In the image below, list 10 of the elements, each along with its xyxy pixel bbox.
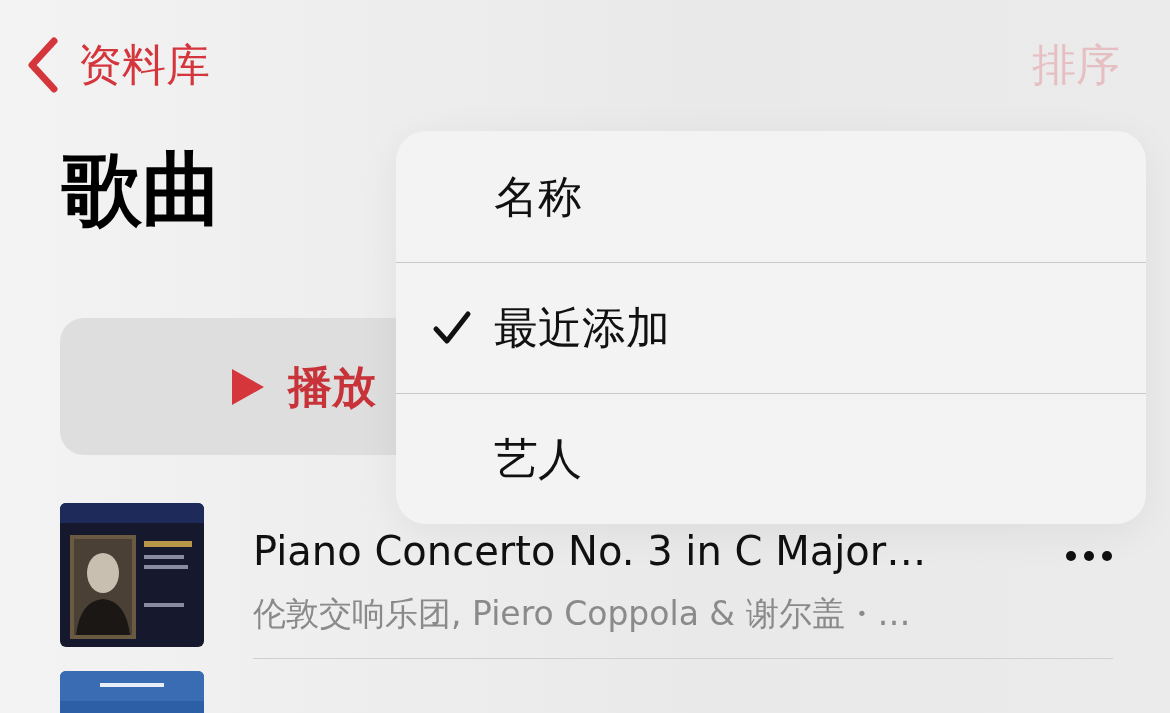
menu-item[interactable]: 名称 <box>396 131 1146 262</box>
more-icon <box>1065 549 1113 562</box>
chevron-left-icon <box>26 37 60 93</box>
play-icon <box>230 366 266 407</box>
page-title: 歌曲 <box>62 142 222 238</box>
back-button[interactable]: 资料库 <box>26 32 210 98</box>
song-title: Piano Concerto No. 3 in C Major… <box>253 527 928 576</box>
menu-item[interactable]: 最近添加 <box>396 262 1146 393</box>
song-artist: 伦敦交响乐团, Piero Coppola & 谢尔盖・… <box>253 593 912 635</box>
menu-item[interactable]: 艺人 <box>396 393 1146 524</box>
